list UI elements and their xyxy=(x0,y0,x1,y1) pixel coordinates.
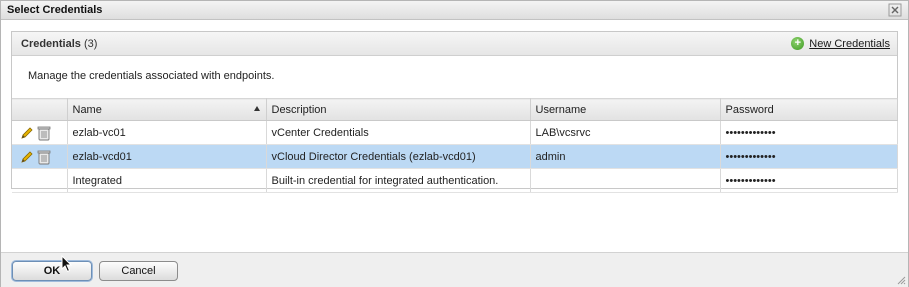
panel-header: Credentials (3) + New Credentials xyxy=(12,32,897,56)
dialog-titlebar: Select Credentials xyxy=(1,1,908,20)
column-header-description[interactable]: Description xyxy=(266,98,531,121)
column-header-username[interactable]: Username xyxy=(530,98,721,121)
credentials-panel: Credentials (3) + New Credentials Manage… xyxy=(11,31,898,193)
new-credentials-link[interactable]: + New Credentials xyxy=(791,36,890,51)
new-credentials-label: New Credentials xyxy=(809,37,890,50)
close-icon[interactable] xyxy=(888,3,902,17)
cell-description: Built-in credential for integrated authe… xyxy=(266,168,531,193)
cell-username: LAB\vcsrvc xyxy=(530,120,721,145)
cell-description: vCenter Credentials xyxy=(266,120,531,145)
table-header-row: Name Description Username Password xyxy=(12,98,898,121)
cell-password: ••••••••••••• xyxy=(720,168,898,193)
plus-circle-icon: + xyxy=(791,37,805,50)
table-row[interactable]: ezlab-vc01 vCenter Credentials LAB\vcsrv… xyxy=(12,120,898,145)
dialog-footer: OK Cancel xyxy=(1,252,908,287)
credentials-table: Name Description Username Password ezlab… xyxy=(12,98,898,193)
cell-username: admin xyxy=(530,144,721,169)
column-header-username-label: Username xyxy=(535,103,587,116)
column-header-name[interactable]: Name xyxy=(67,98,267,121)
column-header-password[interactable]: Password xyxy=(720,98,898,121)
resize-grip-icon[interactable] xyxy=(896,275,906,285)
cell-password: ••••••••••••• xyxy=(720,144,898,169)
pencil-icon[interactable] xyxy=(20,126,34,140)
pencil-icon[interactable] xyxy=(20,150,34,164)
mouse-pointer-icon xyxy=(61,255,73,273)
column-header-name-label: Name xyxy=(72,103,102,116)
row-actions xyxy=(12,120,68,145)
cell-name: ezlab-vcd01 xyxy=(67,144,267,169)
column-header-password-label: Password xyxy=(725,103,774,116)
sort-ascending-icon xyxy=(253,106,260,111)
cell-username xyxy=(530,168,721,193)
table-row[interactable]: Integrated Built-in credential for integ… xyxy=(12,168,898,193)
panel-description: Manage the credentials associated with e… xyxy=(28,70,275,82)
cancel-button[interactable]: Cancel xyxy=(99,261,178,281)
cell-name: Integrated xyxy=(67,168,267,193)
select-credentials-dialog: Select Credentials Credentials (3) + New… xyxy=(0,0,909,287)
cell-password: ••••••••••••• xyxy=(720,120,898,145)
ok-button[interactable]: OK xyxy=(12,261,92,281)
column-header-description-label: Description xyxy=(271,103,327,116)
row-actions xyxy=(12,168,68,193)
row-actions xyxy=(12,144,68,169)
panel-title-label: Credentials xyxy=(21,38,81,50)
credentials-count: (3) xyxy=(83,38,98,50)
trash-icon[interactable] xyxy=(37,125,51,141)
table-row-selected[interactable]: ezlab-vcd01 vCloud Director Credentials … xyxy=(12,144,898,169)
cell-name: ezlab-vc01 xyxy=(67,120,267,145)
trash-icon[interactable] xyxy=(37,149,51,165)
cell-description: vCloud Director Credentials (ezlab-vcd01… xyxy=(266,144,531,169)
dialog-title: Select Credentials xyxy=(7,4,103,16)
column-header-actions xyxy=(12,98,68,121)
panel-title: Credentials (3) xyxy=(21,38,97,50)
